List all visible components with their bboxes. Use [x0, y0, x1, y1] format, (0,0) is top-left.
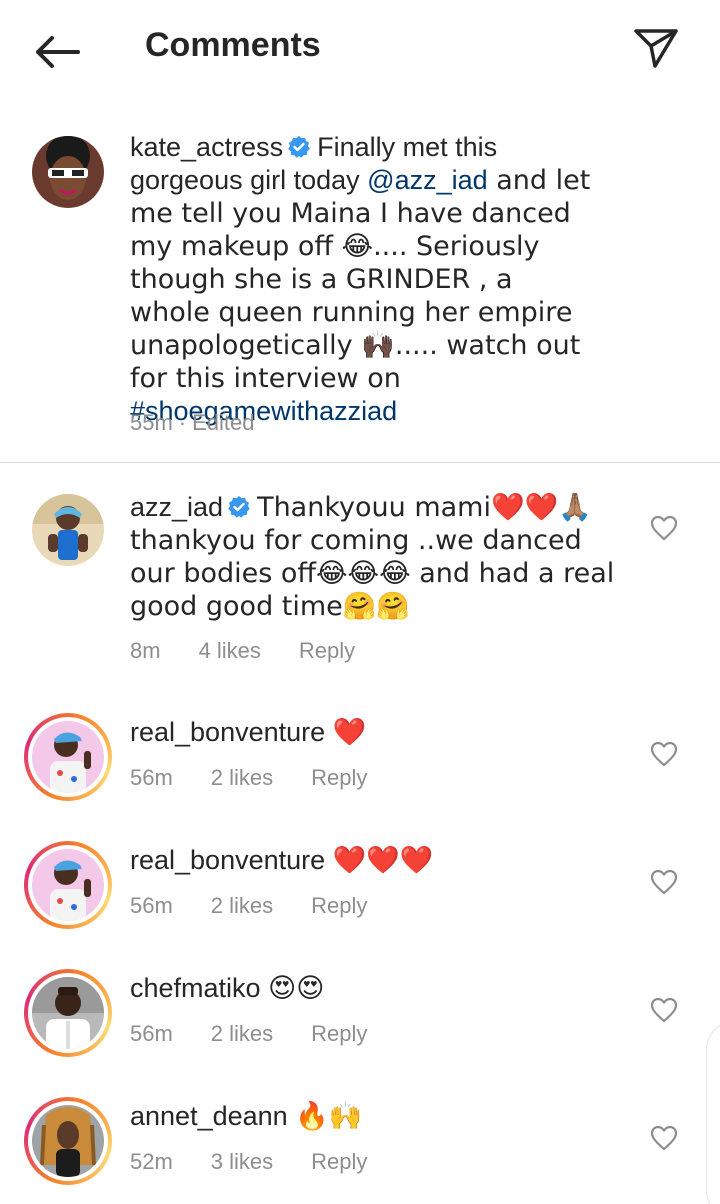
comment-time: 8m	[130, 638, 161, 663]
comment-likes[interactable]: 2 likes	[211, 1021, 273, 1046]
comment-time: 52m	[130, 1149, 173, 1174]
comment-username[interactable]: real_bonventure	[130, 845, 325, 875]
caption-divider	[0, 462, 720, 463]
page-title: Comments	[145, 26, 321, 64]
back-button[interactable]	[28, 28, 84, 76]
separator-dot: ·	[178, 410, 187, 435]
top-bar: Comments	[0, 0, 720, 100]
verified-badge-icon	[288, 136, 310, 158]
like-heart-icon[interactable]	[650, 741, 678, 767]
comment-likes[interactable]: 2 likes	[211, 765, 273, 790]
avatar[interactable]	[32, 494, 104, 566]
comment-text: real_bonventure ❤️	[130, 716, 630, 749]
arrow-left-icon	[36, 36, 80, 68]
caption-text-part2: and let me tell you Maina I have danced …	[130, 165, 591, 394]
caption-meta: 55m · Edited	[130, 410, 293, 436]
avatar[interactable]	[24, 1097, 112, 1185]
avatar[interactable]	[24, 713, 112, 801]
comment-meta: 56m 2 likes Reply	[130, 893, 405, 919]
reply-button[interactable]: Reply	[311, 893, 367, 918]
avatar[interactable]	[24, 841, 112, 929]
avatar[interactable]	[24, 969, 112, 1057]
comment-body: 😍😍	[268, 973, 325, 1004]
comment-text: azz_iad Thankyouu mami❤️❤️🙏🏽 thankyou for…	[130, 491, 630, 623]
edge-panel-handle[interactable]	[706, 1020, 720, 1204]
comment-meta: 56m 2 likes Reply	[130, 1021, 405, 1047]
comment-time: 56m	[130, 893, 173, 918]
reply-button[interactable]: Reply	[311, 1149, 367, 1174]
mention-link[interactable]: @azz_iad	[367, 165, 487, 195]
comment-likes[interactable]: 2 likes	[211, 893, 273, 918]
comment-username[interactable]: annet_deann	[130, 1101, 288, 1131]
like-heart-icon[interactable]	[650, 997, 678, 1023]
comment-username[interactable]: real_bonventure	[130, 717, 325, 747]
like-heart-icon[interactable]	[650, 869, 678, 895]
avatar[interactable]	[32, 136, 104, 208]
comment-time: 56m	[130, 765, 173, 790]
comment-likes[interactable]: 4 likes	[199, 638, 261, 663]
comment-username[interactable]: azz_iad	[130, 492, 223, 522]
comment-meta: 52m 3 likes Reply	[130, 1149, 405, 1175]
edited-label: Edited	[192, 410, 255, 435]
like-heart-icon[interactable]	[650, 1125, 678, 1151]
comment-body: ❤️	[332, 717, 367, 748]
comment-username[interactable]: chefmatiko	[130, 973, 261, 1003]
reply-button[interactable]: Reply	[311, 1021, 367, 1046]
comment-text: annet_deann 🔥🙌	[130, 1100, 630, 1133]
comment-text: real_bonventure ❤️❤️❤️	[130, 844, 630, 877]
comment-meta: 8m 4 likes Reply	[130, 638, 393, 664]
paper-plane-icon	[634, 29, 678, 68]
verified-badge-icon	[228, 496, 250, 518]
comment-body: ❤️❤️❤️	[332, 845, 434, 876]
comment-time: 56m	[130, 1021, 173, 1046]
comment-text: chefmatiko 😍😍	[130, 972, 630, 1005]
caption-username[interactable]: kate_actress	[130, 132, 283, 162]
comment-meta: 56m 2 likes Reply	[130, 765, 405, 791]
comment-body: 🔥🙌	[295, 1101, 363, 1132]
reply-button[interactable]: Reply	[311, 765, 367, 790]
like-heart-icon[interactable]	[650, 515, 678, 541]
post-caption: kate_actress Finally met this gorgeous gi…	[130, 131, 600, 428]
share-button[interactable]	[630, 24, 682, 72]
caption-time: 55m	[130, 410, 173, 435]
comment-likes[interactable]: 3 likes	[211, 1149, 273, 1174]
reply-button[interactable]: Reply	[299, 638, 355, 663]
